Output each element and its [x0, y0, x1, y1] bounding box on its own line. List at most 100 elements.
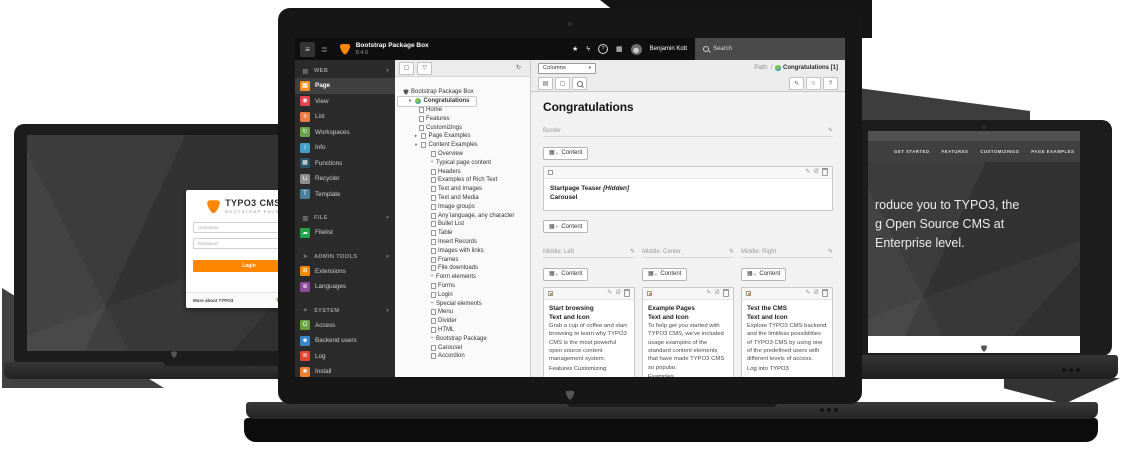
add-content-button[interactable]: ▦ + Content [543, 268, 588, 281]
edit-column-icon[interactable]: ✎ [630, 249, 635, 255]
site-nav-item[interactable]: FEATURES [942, 149, 969, 154]
tree-node-label[interactable]: Menu [438, 309, 453, 315]
module-menu-item[interactable]: ≣ Log [295, 349, 395, 365]
tree-node-label[interactable]: Forms [438, 283, 455, 289]
tree-node-label[interactable]: Insert Records [438, 239, 477, 245]
tree-node-label[interactable]: Login [438, 292, 453, 298]
add-content-button[interactable]: ▦ + Content [642, 268, 687, 281]
search-icon[interactable] [572, 77, 587, 90]
tree-node[interactable]: ▸ Page Examples [398, 132, 477, 141]
module-menu-item[interactable]: ▦ Functions [295, 156, 395, 172]
edit-column-icon[interactable]: ✎ [828, 249, 833, 255]
tree-node-label[interactable]: Typical page content [436, 160, 491, 166]
tree-node[interactable]: Overview [398, 150, 469, 159]
pagetree-toggle-icon[interactable]: ≣ [321, 45, 328, 54]
tree-node-label[interactable]: File downloads [438, 265, 478, 271]
tree-node-label[interactable]: Divider [438, 318, 457, 324]
module-menu-item[interactable]: Ω Access [295, 318, 395, 334]
element-links[interactable]: Examples [648, 373, 728, 377]
new-page-icon[interactable]: ▢ [399, 62, 414, 75]
tree-node[interactable]: Images with links [398, 246, 490, 255]
section-admin-tools[interactable]: ➤ ADMIN TOOLS ▾ [295, 250, 395, 264]
tree-node-label[interactable]: Table [438, 230, 452, 236]
add-content-button[interactable]: ▦ + Content [543, 147, 588, 160]
search-input[interactable]: Search [695, 38, 845, 60]
content-element[interactable]: ✎ Ø Start browsing Text and Icon [543, 287, 635, 377]
tree-node-label[interactable]: Text and Images [438, 186, 482, 192]
tree-node[interactable]: Insert Records [398, 238, 483, 247]
clear-cache-bolt-icon[interactable]: ϟ [586, 46, 590, 53]
section-web[interactable]: ▤ WEB ▾ [295, 64, 395, 78]
tree-caret-icon[interactable]: ▾ [408, 99, 413, 104]
content-element[interactable]: ✎ Ø Example Pages Text and Icon [642, 287, 734, 377]
tree-node[interactable]: Menu [398, 308, 459, 317]
module-menu-item[interactable]: ↻ Workspaces [295, 125, 395, 141]
tree-node[interactable]: ÷ Bootstrap Package [398, 334, 493, 343]
username-label[interactable]: Benjamin Kott [650, 46, 687, 52]
tree-node-label[interactable]: Content Examples [429, 142, 478, 148]
tree-node-label[interactable]: Carousel [438, 345, 462, 351]
tree-caret-icon[interactable]: ▾ [414, 143, 419, 148]
edit-icon[interactable]: ✎ [805, 169, 810, 175]
tree-node[interactable]: Customizings [398, 123, 468, 132]
tree-node-label[interactable]: Bullet List [438, 221, 464, 227]
site-nav-item[interactable]: CUSTOMIZINGS [980, 149, 1019, 154]
columns-select[interactable]: Columns ▾ [538, 63, 596, 74]
tree-node[interactable]: Accordion [398, 352, 471, 361]
content-element-teaser[interactable]: ✎ Ø Startpage Teaser [Hidden] Carousel [543, 166, 833, 211]
module-menu-item[interactable]: ⊔ Recycler [295, 171, 395, 187]
tree-node[interactable]: Any language, any character [398, 211, 520, 220]
edit-icon[interactable]: ✎ [706, 290, 711, 296]
delete-icon[interactable] [624, 289, 630, 297]
refresh-icon[interactable]: ↻ [511, 62, 526, 75]
edit-icon[interactable]: ✎ [607, 290, 612, 296]
document-icon[interactable]: ▢ [555, 77, 570, 90]
tree-node-label[interactable]: Accordion [438, 353, 465, 359]
module-menu-item[interactable]: ▤ Page [295, 78, 395, 94]
bookmark-icon[interactable]: ☆ [806, 77, 821, 90]
tree-node[interactable]: Table [398, 229, 458, 238]
delete-icon[interactable] [822, 289, 828, 297]
tree-node-label[interactable]: Images with links [438, 248, 484, 254]
module-menu-item[interactable]: T Template [295, 187, 395, 203]
tree-node-label[interactable]: Any language, any character [438, 213, 514, 219]
tree-node-label[interactable]: Overview [438, 151, 463, 157]
section-file[interactable]: ▥ FILE ▾ [295, 211, 395, 225]
tree-node-label[interactable]: Frames [438, 257, 458, 263]
tree-node[interactable]: Bootstrap Package Box [398, 88, 480, 97]
tree-node-label[interactable]: Customizings [426, 125, 462, 131]
tree-node[interactable]: Forms [398, 282, 461, 291]
tree-node-label[interactable]: Special elements [436, 301, 482, 307]
module-menu-item[interactable]: ⊞ Extensions [295, 264, 395, 280]
module-menu-item[interactable]: i Info [295, 140, 395, 156]
section-system[interactable]: ✦ SYSTEM ▾ [295, 304, 395, 318]
delete-icon[interactable] [822, 168, 828, 176]
module-menu-item[interactable]: ☁ Filelist [295, 225, 395, 241]
tree-node-label[interactable]: Features [426, 116, 450, 122]
filter-icon[interactable]: ▽ [417, 62, 432, 75]
tree-node[interactable]: Home [398, 106, 448, 115]
view-bolt-icon[interactable]: ϟ [789, 77, 804, 90]
tree-node[interactable]: HTML [398, 326, 460, 335]
tree-node-label[interactable]: Bootstrap Package [436, 336, 487, 342]
more-about-typo3-link[interactable]: More about TYPO3 [193, 298, 233, 303]
tree-node[interactable]: Carousel [398, 343, 468, 352]
visibility-icon[interactable]: Ø [616, 290, 621, 296]
tree-node[interactable]: Frames [398, 255, 464, 264]
bookmark-star-icon[interactable]: ★ [572, 46, 578, 53]
edit-column-icon[interactable]: ✎ [729, 249, 734, 255]
tree-node-label[interactable]: Bootstrap Package Box [411, 89, 474, 95]
tree-node[interactable]: Text and Media [398, 194, 485, 203]
content-element[interactable]: ✎ Ø Test the CMS Text and Icon [741, 287, 833, 377]
tree-node-label[interactable]: Form elements [436, 274, 476, 280]
tree-node[interactable]: Image groups [398, 202, 481, 211]
site-nav-item[interactable]: PAGE EXAMPLES [1031, 149, 1074, 154]
menu-toggle-icon[interactable]: ≡ [300, 42, 315, 57]
visibility-icon[interactable]: Ø [715, 290, 720, 296]
delete-icon[interactable] [723, 289, 729, 297]
module-menu-item[interactable]: ◉ View [295, 94, 395, 110]
add-content-button[interactable]: ▦ + Content [543, 220, 588, 233]
tree-node[interactable]: File downloads [398, 264, 484, 273]
tree-node[interactable]: Features [398, 114, 456, 123]
site-nav-item[interactable]: GET STARTED [894, 149, 930, 154]
